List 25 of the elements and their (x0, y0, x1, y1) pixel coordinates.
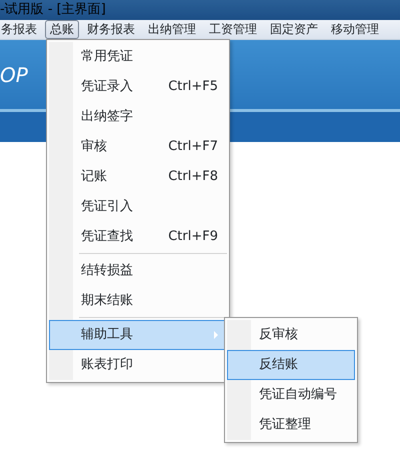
submenu-arrow-icon (214, 331, 218, 339)
menu-item[interactable]: 辅助工具 (49, 320, 227, 350)
menu-item[interactable]: 结转损益 (49, 256, 227, 286)
menu-item[interactable]: 总账 (45, 20, 79, 39)
menu-item[interactable]: 出纳签字 (49, 102, 227, 132)
menu-item[interactable]: 审核 Ctrl+F7 (49, 132, 227, 162)
menu-item[interactable]: 反审核 (227, 320, 355, 350)
menu-item[interactable]: 期末结账 (49, 286, 227, 316)
menu-item[interactable]: 记账 Ctrl+F8 (49, 162, 227, 192)
menu-item[interactable]: 凭证整理 (227, 410, 355, 440)
menu-item[interactable]: 账表打印 (49, 350, 227, 380)
window-title: -试用版 - [主界面] (0, 2, 106, 17)
menu-item[interactable]: 固定资产 (265, 20, 323, 39)
menu-item[interactable]: 凭证查找 Ctrl+F9 (49, 222, 227, 252)
menu-item[interactable]: 凭证自动编号 (227, 380, 355, 410)
menu-item[interactable]: 反结账 (227, 350, 355, 380)
menu-item[interactable]: 凭证录入 Ctrl+F5 (49, 72, 227, 102)
menu-item[interactable]: 工资管理 (204, 20, 262, 39)
menu-item[interactable]: 财务报表 (82, 20, 140, 39)
menu-item[interactable]: 务报表 (0, 20, 42, 39)
menu-item[interactable]: 出纳管理 (143, 20, 201, 39)
menu-item[interactable]: 移动管理 (326, 20, 384, 39)
banner-text: OP (0, 62, 28, 88)
menu-item[interactable]: 凭证引入 (49, 192, 227, 222)
menu-item[interactable]: 常用凭证 (49, 42, 227, 72)
